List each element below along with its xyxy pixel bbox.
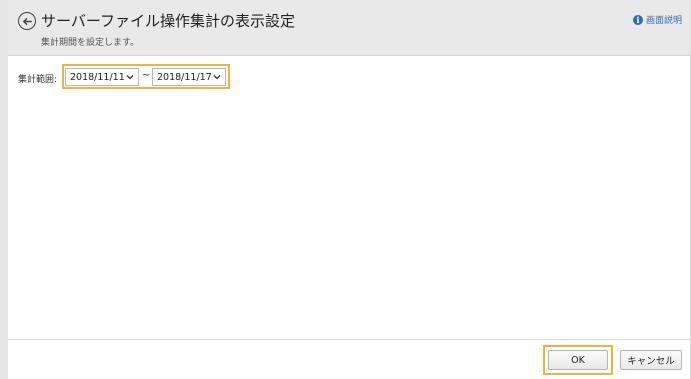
end-date-select[interactable]: 2018/11/17	[152, 68, 226, 86]
end-date-value: 2018/11/17	[157, 71, 212, 83]
help-link[interactable]: i 画面説明	[632, 13, 682, 26]
range-separator: ~	[142, 70, 151, 81]
start-date-value: 2018/11/11	[70, 71, 125, 83]
info-icon: i	[632, 14, 643, 25]
back-arrow-icon	[22, 17, 32, 25]
back-button[interactable]	[18, 12, 36, 30]
start-date-select[interactable]: 2018/11/11	[65, 68, 139, 86]
dialog-frame	[0, 0, 691, 379]
help-link-label: 画面説明	[645, 16, 682, 26]
range-label: 集計範囲:	[18, 74, 58, 85]
chevron-down-icon	[213, 75, 221, 80]
page-title: サーバーファイル操作集計の表示設定	[41, 12, 295, 30]
chevron-down-icon	[126, 75, 134, 80]
range-row: 集計範囲:	[18, 68, 61, 88]
page-subtitle: 集計期間を設定します。	[41, 38, 140, 48]
cancel-button[interactable]: キャンセル	[620, 350, 682, 370]
header: サーバーファイル操作集計の表示設定 集計期間を設定します。 i 画面説明	[8, 0, 690, 56]
ok-button[interactable]: OK	[548, 350, 608, 370]
